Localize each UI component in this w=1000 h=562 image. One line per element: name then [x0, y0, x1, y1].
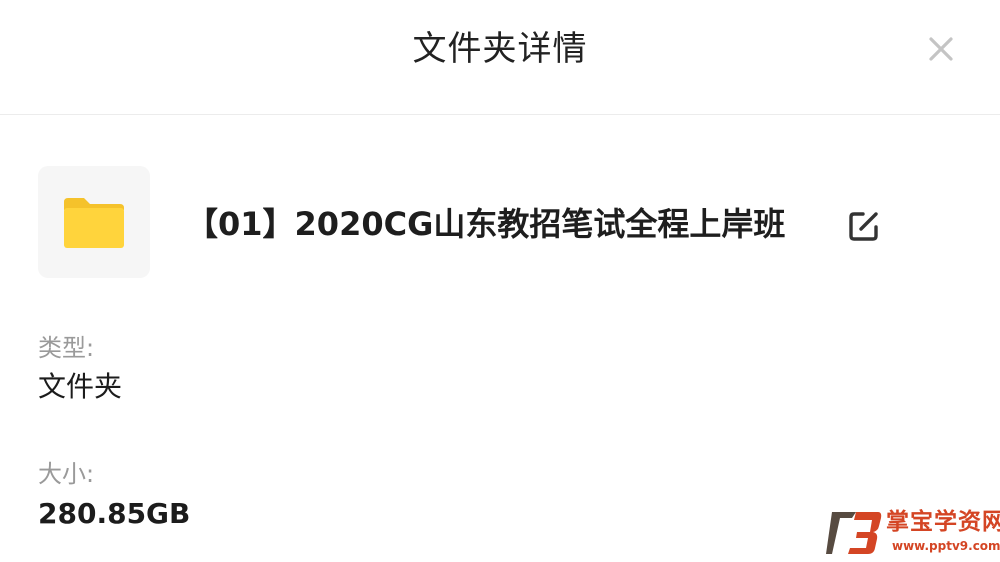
- edit-icon: [849, 212, 878, 241]
- watermark-title: 掌宝学资网: [886, 509, 1000, 535]
- watermark: 掌宝学资网 www.pptv9.com: [826, 506, 1000, 560]
- type-value: 文件夹: [38, 370, 123, 403]
- size-value: 280.85GB: [38, 497, 191, 530]
- dialog-header: 文件夹详情: [0, 0, 1000, 115]
- type-label: 类型:: [38, 334, 95, 362]
- folder-name: 【01】2020CG山东教招笔试全程上岸班: [186, 205, 786, 243]
- close-button[interactable]: [922, 30, 960, 68]
- rename-button[interactable]: [846, 208, 882, 244]
- watermark-url: www.pptv9.com: [892, 539, 1000, 553]
- folder-details-dialog: 文件夹详情 【01】2020CG山东教招笔试全程上岸班 类型: 文件夹 大小: …: [0, 0, 1000, 562]
- dialog-title: 文件夹详情: [412, 29, 588, 69]
- size-label: 大小:: [38, 460, 95, 488]
- folder-thumbnail: [38, 166, 150, 278]
- folder-icon: [64, 198, 124, 248]
- watermark-logo-icon: [826, 512, 882, 554]
- close-icon: [929, 37, 953, 61]
